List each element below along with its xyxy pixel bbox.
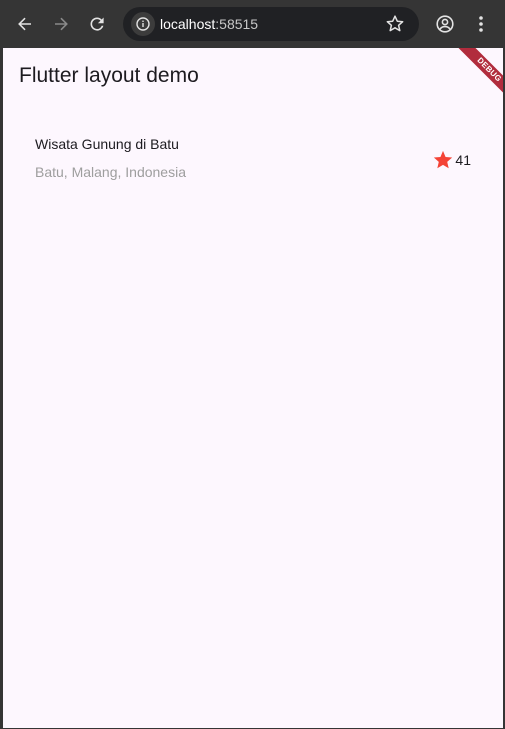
debug-banner: DEBUG	[443, 48, 503, 108]
favorite-count: 41	[455, 152, 471, 168]
page-title: Flutter layout demo	[19, 64, 199, 87]
site-info-button[interactable]	[131, 12, 155, 36]
url-host: localhost	[160, 16, 216, 32]
place-name: Wisata Gunung di Batu	[35, 136, 179, 152]
back-button[interactable]	[10, 9, 40, 39]
bookmark-star-icon[interactable]	[385, 14, 405, 34]
url-text[interactable]: localhost:58515	[160, 7, 258, 41]
title-section: Wisata Gunung di Batu Batu, Malang, Indo…	[35, 132, 471, 192]
browser-toolbar: localhost:58515	[0, 0, 505, 48]
menu-button[interactable]	[466, 9, 496, 39]
app-viewport: Flutter layout demo DEBUG Wisata Gunung …	[3, 48, 503, 728]
place-location: Batu, Malang, Indonesia	[35, 164, 186, 180]
browser-window: localhost:58515 Flutter layout demo DEBU…	[0, 0, 505, 729]
star-icon[interactable]	[432, 149, 454, 171]
more-vert-icon	[479, 16, 483, 32]
reload-button[interactable]	[82, 9, 112, 39]
profile-icon	[436, 15, 454, 33]
forward-button[interactable]	[46, 9, 76, 39]
profile-button[interactable]	[430, 9, 460, 39]
debug-banner-label: DEBUG	[456, 48, 503, 103]
info-icon	[136, 17, 150, 31]
address-bar[interactable]: localhost:58515	[123, 7, 419, 41]
back-arrow-icon	[18, 17, 31, 31]
url-port: :58515	[215, 16, 259, 32]
reload-icon	[90, 17, 104, 31]
forward-arrow-icon	[55, 17, 68, 31]
favorite-rating[interactable]: 41	[432, 149, 471, 171]
